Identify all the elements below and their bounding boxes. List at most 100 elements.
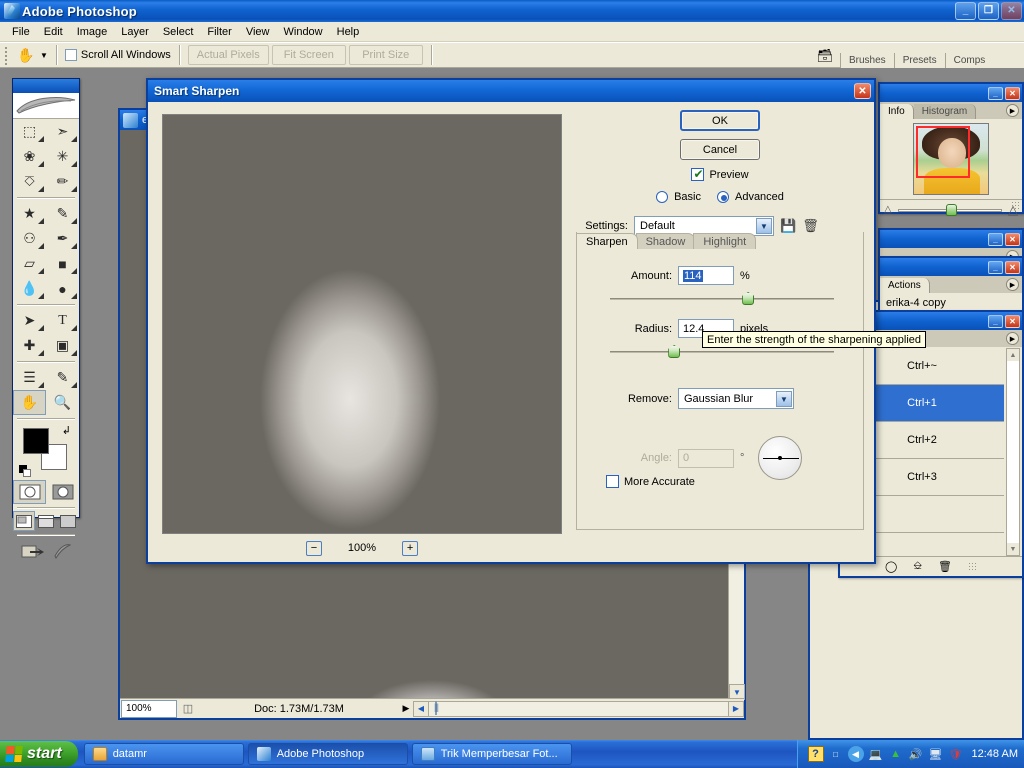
tool-eraser[interactable]: ▱ — [13, 251, 46, 276]
minimize-button[interactable]: _ — [988, 86, 1003, 100]
advanced-radio[interactable] — [716, 191, 729, 203]
tool-notes[interactable]: ☰ — [13, 365, 46, 390]
tool-rectangular-marquee[interactable]: ⬚ — [13, 119, 46, 144]
resize-grip[interactable] — [967, 562, 977, 571]
menu-filter[interactable]: Filter — [200, 24, 238, 40]
close-button[interactable]: ✕ — [1005, 86, 1020, 100]
options-bar-grip[interactable] — [4, 45, 9, 65]
new-set-icon[interactable]: ◯ — [885, 560, 897, 573]
chevron-down-icon[interactable]: ▼ — [776, 391, 792, 407]
standard-screen-icon[interactable] — [13, 511, 35, 531]
scroll-all-windows-checkbox[interactable]: Scroll All Windows — [64, 49, 171, 61]
play-arrow-icon[interactable]: ▶ — [399, 703, 413, 714]
tool-move[interactable]: ➣ — [46, 119, 79, 144]
tool-zoom[interactable]: 🔍 — [46, 390, 79, 415]
actions-list-scrollbar[interactable]: ▲ ▼ — [1006, 348, 1020, 556]
angle-dial-icon[interactable] — [758, 436, 803, 480]
security-center-icon[interactable]: 🛡 — [948, 746, 964, 762]
tool-clone-stamp[interactable]: ⚇ — [13, 226, 46, 251]
resize-grip[interactable] — [1011, 201, 1020, 210]
navigator-zoom-slider[interactable] — [897, 203, 1002, 216]
minimize-button[interactable]: _ — [988, 314, 1003, 328]
slider-knob[interactable] — [668, 345, 681, 358]
palette-menu-icon[interactable]: ▶ — [1006, 104, 1019, 117]
tab-histogram[interactable]: Histogram — [913, 104, 977, 119]
tab-tool-presets[interactable]: Presets — [893, 53, 945, 68]
full-screen-icon[interactable] — [57, 511, 79, 531]
preview-info-icon[interactable]: ◫ — [177, 700, 199, 718]
tool-lasso[interactable]: ❀ — [13, 144, 46, 169]
taskbar-item-document[interactable]: Trik Memperbesar Fot... — [411, 743, 572, 765]
app-title-bar[interactable]: Adobe Photoshop _ ❐ ✕ — [0, 0, 1024, 22]
tool-history-brush[interactable]: ✒ — [46, 226, 79, 251]
taskbar-item-datamr[interactable]: datamr — [83, 743, 244, 765]
menu-window[interactable]: Window — [277, 24, 330, 40]
document-horizontal-scrollbar[interactable]: ◀ ▶ — [413, 700, 744, 717]
clock[interactable]: 12:48 AM — [972, 748, 1018, 760]
menu-select[interactable]: Select — [156, 24, 201, 40]
palette-menu-icon[interactable]: ▶ — [1006, 332, 1019, 345]
cancel-button[interactable]: Cancel — [680, 139, 760, 160]
tab-actions[interactable]: Actions — [880, 278, 930, 293]
tool-type[interactable]: T — [46, 308, 79, 333]
display-icon[interactable]: 🖥 — [928, 746, 944, 762]
palette-well-icon[interactable]: 🗃 — [812, 45, 838, 67]
show-hidden-icon[interactable]: ◀ — [847, 746, 864, 762]
chevron-down-icon[interactable]: ▼ — [40, 51, 48, 60]
default-colors-icon[interactable] — [19, 465, 31, 477]
antivirus-icon[interactable]: ▲ — [888, 746, 904, 762]
jump-to-imageready[interactable] — [13, 538, 79, 564]
fit-screen-button[interactable]: Fit Screen — [271, 45, 346, 65]
tool-pen[interactable]: ✚ — [13, 333, 46, 358]
zoom-level-field[interactable]: 100% — [121, 699, 177, 718]
dialog-preview-area[interactable] — [162, 114, 562, 534]
scroll-down-icon[interactable]: ▼ — [1007, 543, 1019, 555]
tool-hand[interactable]: ✋ — [13, 390, 46, 415]
tab-layer-comps[interactable]: Comps — [944, 53, 994, 68]
tool-path-selection[interactable]: ➤ — [13, 308, 46, 333]
angle-input[interactable]: 0 — [678, 448, 734, 468]
delete-icon[interactable]: 🗑 — [938, 560, 952, 573]
more-accurate-checkbox[interactable]: More Accurate — [606, 475, 695, 488]
amount-slider[interactable] — [610, 292, 834, 305]
foreground-color-swatch[interactable] — [23, 428, 49, 454]
basic-radio[interactable] — [656, 191, 669, 203]
network-disconnected-icon[interactable]: 💻 — [868, 746, 884, 762]
slider-knob[interactable] — [945, 203, 957, 216]
actual-pixels-button[interactable]: Actual Pixels — [187, 45, 269, 65]
dialog-title-bar[interactable]: Smart Sharpen ✕ — [148, 80, 874, 102]
tool-magic-wand[interactable]: ✳ — [46, 144, 79, 169]
tool-brush[interactable]: ✎ — [46, 201, 79, 226]
zoom-in-button[interactable]: + — [402, 540, 419, 556]
zoom-out-icon[interactable]: △ — [884, 204, 892, 215]
minimize-button[interactable]: _ — [988, 260, 1003, 274]
close-button[interactable]: ✕ — [1005, 260, 1020, 274]
full-screen-menubar-icon[interactable] — [35, 511, 57, 531]
remove-dropdown[interactable]: Gaussian Blur ▼ — [678, 388, 794, 409]
navigator-view-box[interactable] — [916, 126, 970, 178]
print-size-button[interactable]: Print Size — [348, 45, 423, 65]
standard-mode-icon[interactable] — [13, 480, 46, 504]
amount-input[interactable]: 114 — [678, 266, 734, 285]
tool-healing-brush[interactable]: ★ — [13, 201, 46, 226]
menu-image[interactable]: Image — [70, 24, 115, 40]
toolbox-title-bar[interactable] — [13, 79, 79, 93]
tab-shadow[interactable]: Shadow — [635, 233, 696, 249]
menu-edit[interactable]: Edit — [37, 24, 70, 40]
actions-title-bar[interactable]: _ ✕ — [880, 258, 1022, 276]
tool-crop[interactable]: ⎏ — [13, 169, 46, 194]
zoom-out-button[interactable]: − — [305, 540, 322, 556]
preview-checkbox[interactable]: Preview — [576, 167, 864, 181]
help-icon[interactable]: ? — [807, 746, 824, 762]
tool-gradient[interactable]: ■ — [46, 251, 79, 276]
network-dropdown-icon[interactable]: □ — [828, 746, 844, 762]
taskbar-item-photoshop[interactable]: Adobe Photoshop — [247, 743, 408, 765]
quick-mask-mode-icon[interactable] — [46, 480, 79, 504]
new-action-icon[interactable]: ⎒ — [913, 560, 922, 573]
minimize-button[interactable]: _ — [988, 232, 1003, 246]
navigator-title-bar[interactable]: _ ✕ — [880, 84, 1022, 102]
palette-menu-icon[interactable]: ▶ — [1006, 278, 1019, 291]
tab-highlight[interactable]: Highlight — [693, 233, 757, 249]
tab-brushes[interactable]: Brushes — [840, 53, 894, 68]
scroll-right-button[interactable]: ▶ — [728, 700, 744, 717]
